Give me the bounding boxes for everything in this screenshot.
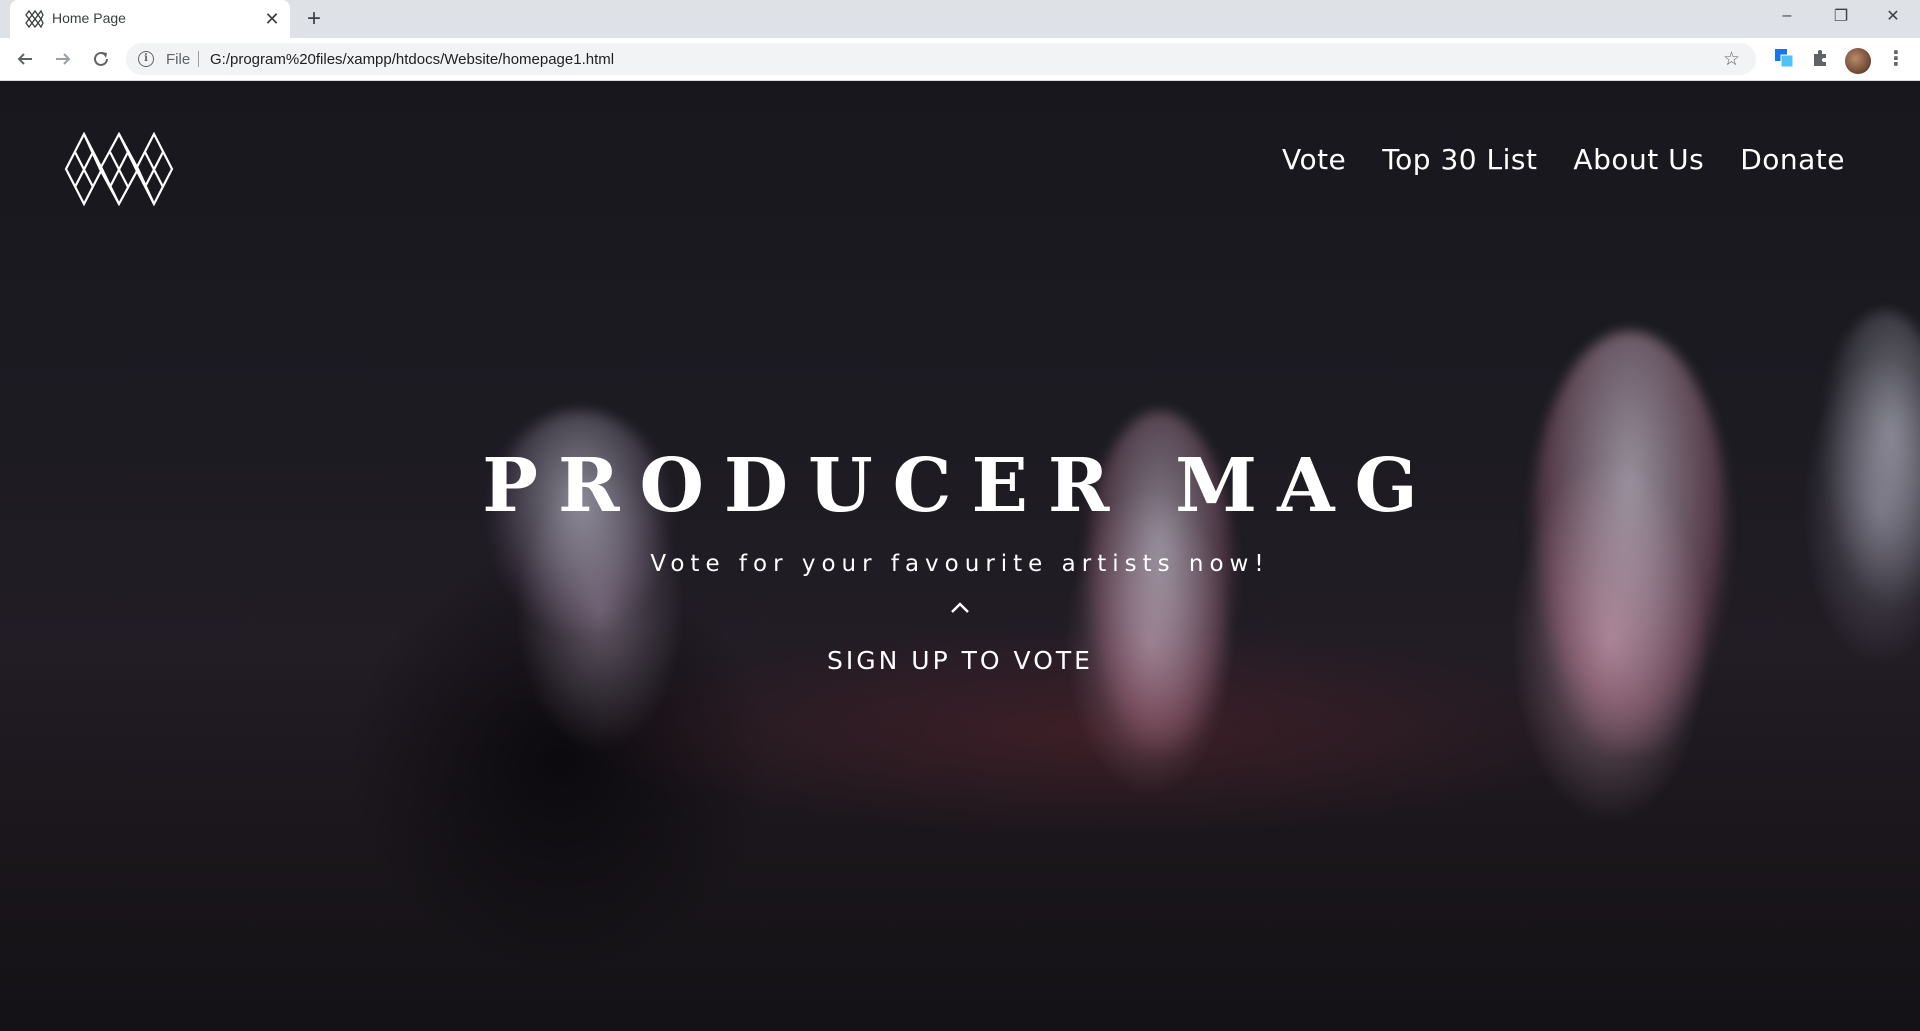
minimize-button[interactable]: – xyxy=(1760,0,1814,32)
star-icon[interactable]: ☆ xyxy=(1723,48,1740,71)
chevron-up-icon xyxy=(951,602,969,613)
back-icon[interactable] xyxy=(12,46,38,72)
reload-icon[interactable] xyxy=(88,46,114,72)
nav-link-donate[interactable]: Donate xyxy=(1740,143,1845,176)
tab-close-icon[interactable]: ✕ xyxy=(262,9,282,29)
tab-title: Home Page xyxy=(52,10,126,26)
page-viewport: Vote Top 30 List About Us Donate PRODUCE… xyxy=(0,81,1920,1031)
hero-subtitle: Vote for your favourite artists now! xyxy=(650,551,1270,577)
scheme-label: File xyxy=(166,51,191,68)
smoke-plume xyxy=(1530,331,1730,751)
tab-strip: Home Page ✕ + – ❐ ✕ xyxy=(0,0,1920,38)
browser-toolbar: i File G:/program%20files/xampp/htdocs/W… xyxy=(0,38,1920,81)
url-text[interactable]: G:/program%20files/xampp/htdocs/Website/… xyxy=(210,51,614,68)
site-nav: Vote Top 30 List About Us Donate xyxy=(1282,143,1845,176)
nav-link-vote[interactable]: Vote xyxy=(1282,143,1346,176)
nav-link-top-30-list[interactable]: Top 30 List xyxy=(1382,143,1537,176)
info-icon[interactable]: i xyxy=(138,51,154,67)
extensions-icon[interactable] xyxy=(1808,46,1832,70)
translate-icon[interactable] xyxy=(1772,46,1796,70)
restore-button[interactable]: ❐ xyxy=(1814,0,1868,32)
sign-up-to-vote-button[interactable]: SIGN UP TO VOTE xyxy=(0,646,1920,675)
omnibox-divider xyxy=(198,51,199,67)
forward-icon[interactable] xyxy=(50,46,76,72)
menu-icon[interactable]: ⋮ xyxy=(1886,46,1906,72)
browser-tab[interactable]: Home Page ✕ xyxy=(10,0,290,38)
hero-title: PRODUCER MAG xyxy=(482,443,1438,529)
site-favicon-icon xyxy=(25,9,44,29)
profile-avatar[interactable] xyxy=(1845,48,1871,74)
site-logo[interactable] xyxy=(64,132,174,207)
address-bar[interactable]: i File G:/program%20files/xampp/htdocs/W… xyxy=(126,43,1756,75)
close-window-button[interactable]: ✕ xyxy=(1866,0,1920,32)
nav-link-about-us[interactable]: About Us xyxy=(1573,143,1704,176)
new-tab-button[interactable]: + xyxy=(302,7,326,31)
